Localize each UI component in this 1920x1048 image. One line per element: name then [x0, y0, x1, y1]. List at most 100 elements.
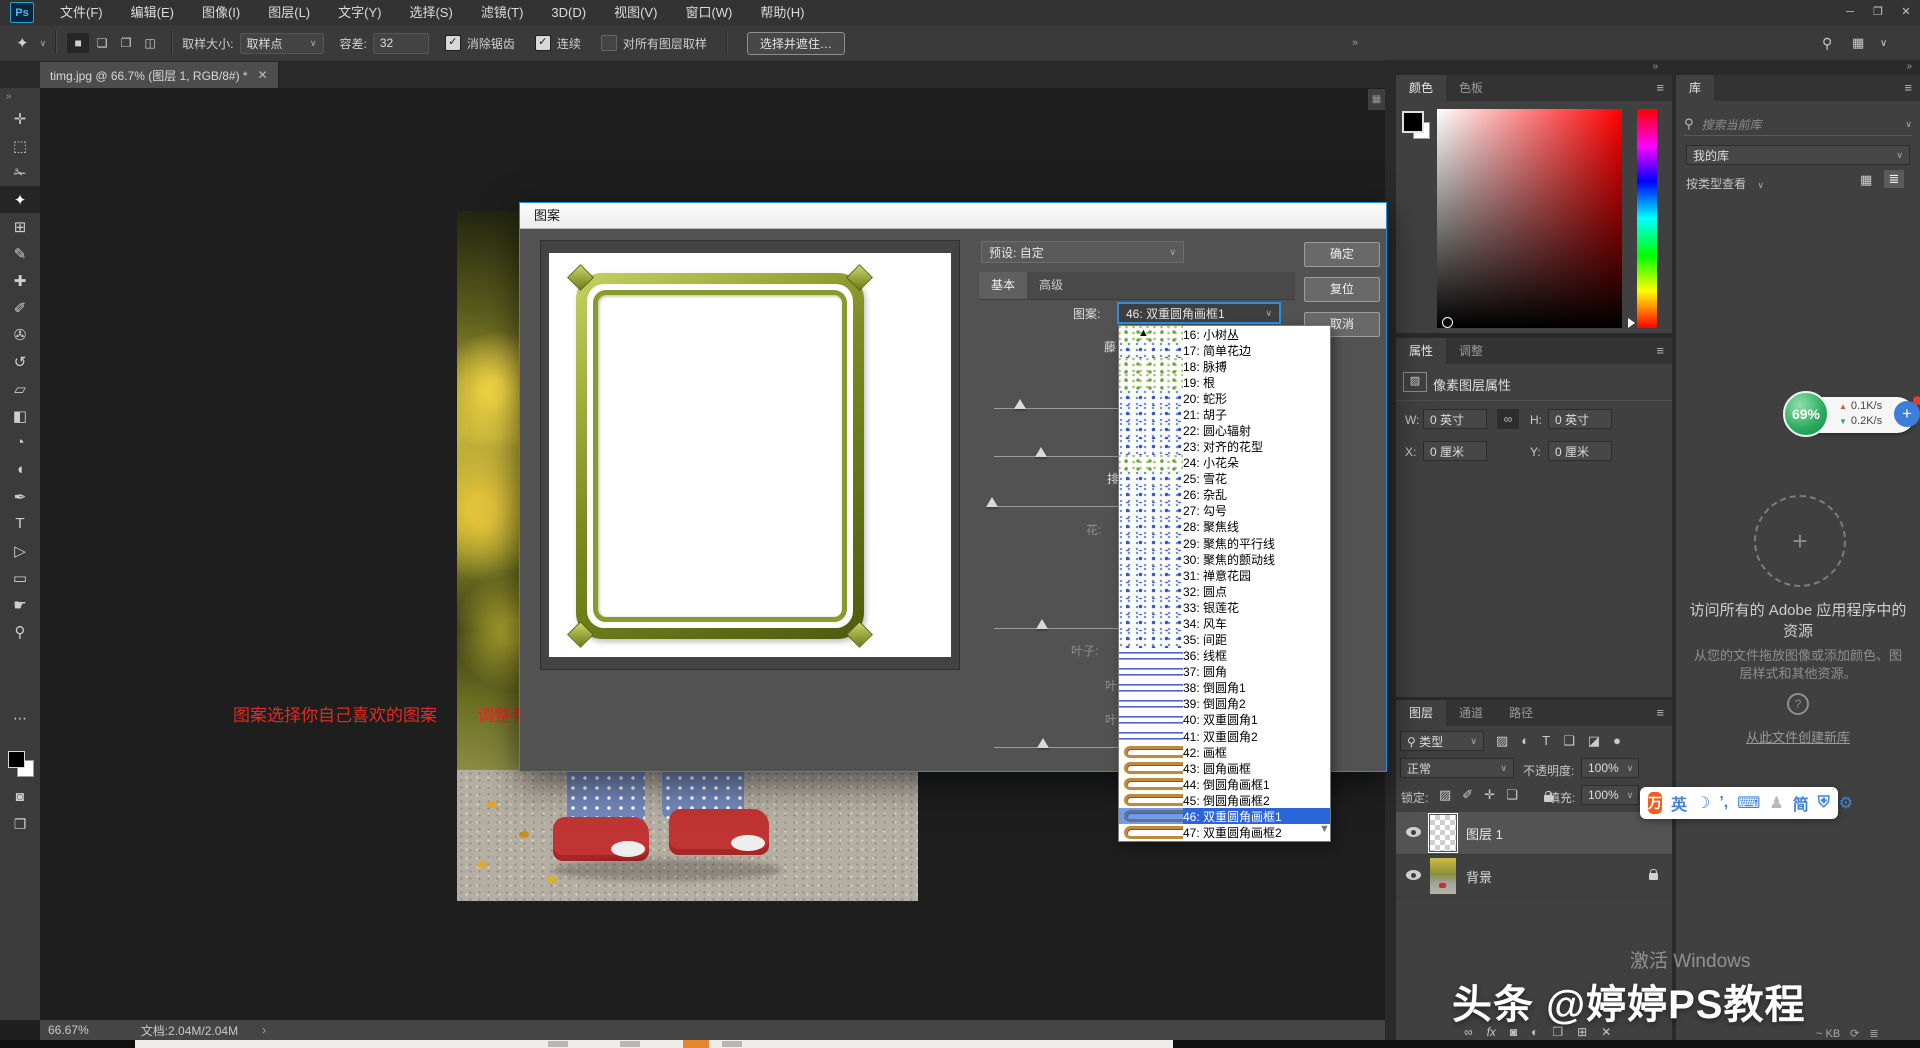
menu-item[interactable]: 文字(Y) — [324, 0, 395, 25]
saturation-brightness-field[interactable] — [1437, 109, 1622, 328]
pattern-option[interactable]: 42: 画框 — [1119, 744, 1330, 760]
layer-filter-select[interactable]: ⚲ 类型 ∨ — [1400, 731, 1484, 751]
pattern-option[interactable]: 24: 小花朵 — [1119, 455, 1330, 471]
taskbar-app[interactable] — [722, 1041, 742, 1047]
lock-option-icon[interactable]: ❏ — [1506, 787, 1518, 803]
pattern-option[interactable]: 25: 雪花 — [1119, 471, 1330, 487]
layer-filter-icon[interactable]: ▨ — [1496, 733, 1508, 749]
selection-mode-button[interactable]: ◫ — [139, 33, 161, 53]
pattern-option[interactable]: 22: 圆心辐射 — [1119, 422, 1330, 438]
preset-select[interactable]: 预设: 自定 ∨ — [981, 241, 1184, 263]
panel-menu-icon[interactable]: ≡ — [1656, 338, 1672, 364]
window-control-button[interactable]: ─ — [1836, 0, 1864, 25]
checkbox[interactable]: ✓ — [535, 35, 551, 51]
ime-icon[interactable]: 万 — [1648, 792, 1662, 814]
width-field[interactable]: 0 英寸 — [1423, 409, 1487, 429]
view-by-label[interactable]: 按类型查看 ∨ — [1686, 175, 1764, 192]
toolbar-more-icon[interactable]: ⋯ — [0, 710, 40, 727]
slider-handle[interactable] — [1036, 619, 1048, 629]
toolbar-collapse-icon[interactable]: » — [0, 88, 40, 105]
select-and-mask-button[interactable]: 选择并遮住… — [747, 32, 845, 55]
panel-menu-icon[interactable]: ≡ — [1656, 700, 1672, 726]
pattern-option[interactable]: 32: 圆点 — [1119, 583, 1330, 599]
pattern-option[interactable]: 31: 禅意花园 — [1119, 567, 1330, 583]
pattern-option[interactable]: 40: 双重圆角1 — [1119, 712, 1330, 728]
layer-name[interactable]: 背景 — [1466, 867, 1492, 886]
pattern-option[interactable]: 37: 圆角 — [1119, 664, 1330, 680]
quick-mask-icon[interactable]: ◙ — [0, 788, 40, 804]
quick-selection-tool-icon[interactable]: ✦ — [16, 34, 29, 52]
pattern-option[interactable]: 23: 对齐的花型 — [1119, 439, 1330, 455]
speed-ball-widget[interactable]: ▲0.1K/s ▼0.2K/s 69% + — [1783, 390, 1920, 440]
pattern-option[interactable]: 43: 圆角画框 — [1119, 760, 1330, 776]
menu-item[interactable]: 窗口(W) — [671, 0, 746, 25]
foreground-color-swatch[interactable] — [8, 751, 25, 768]
menu-item[interactable]: 视图(V) — [600, 0, 671, 25]
menu-item[interactable]: 帮助(H) — [746, 0, 818, 25]
tool-button[interactable]: ◔ — [0, 429, 40, 456]
workspace-icon[interactable]: ▦ — [1852, 35, 1864, 51]
grid-view-icon[interactable]: ▦ — [1860, 172, 1872, 188]
screen-mode-icon[interactable]: ❐ — [0, 816, 40, 833]
fill-field[interactable]: 100% ∨ — [1581, 785, 1639, 805]
selection-mode-button[interactable]: ❏ — [91, 33, 113, 53]
tool-preset-chevron-icon[interactable]: ∨ — [40, 38, 47, 49]
tool-button[interactable]: ▭ — [0, 564, 40, 591]
selection-mode-button[interactable]: ■ — [67, 33, 89, 53]
menu-item[interactable]: 图层(L) — [254, 0, 324, 25]
tab-color[interactable]: 颜色 — [1396, 75, 1446, 101]
ime-icon[interactable]: ⚙ — [1839, 793, 1853, 813]
menu-item[interactable]: 滤镜(T) — [467, 0, 538, 25]
window-control-button[interactable]: ❐ — [1864, 0, 1892, 25]
my-library-select[interactable]: 我的库 ∨ — [1686, 145, 1910, 165]
height-field[interactable]: 0 英寸 — [1548, 409, 1612, 429]
ime-icon[interactable]: ☽ — [1696, 793, 1710, 813]
tool-button[interactable]: ↺ — [0, 348, 40, 375]
library-search-input[interactable]: 搜索当前库 — [1702, 116, 1898, 133]
zoom-percentage[interactable]: 66.67% — [48, 1023, 89, 1037]
visibility-eye-icon[interactable] — [1396, 867, 1430, 885]
tool-button[interactable]: T — [0, 510, 40, 537]
layer-row[interactable]: 背景 — [1396, 855, 1672, 898]
pattern-option[interactable]: 47: 双重圆角画框2 — [1119, 824, 1330, 840]
chevron-down-icon[interactable]: ∨ — [1905, 119, 1912, 130]
ime-icon[interactable]: ’, — [1719, 794, 1728, 812]
checkbox[interactable] — [601, 35, 617, 51]
panel-menu-icon[interactable]: ≡ — [1656, 75, 1672, 101]
layer-filter-icon[interactable]: ● — [1613, 733, 1621, 749]
tab-layers[interactable]: 图层 — [1396, 700, 1446, 726]
pattern-option[interactable]: 35: 间距 — [1119, 631, 1330, 647]
memory-percentage-ball[interactable]: 69% — [1783, 391, 1829, 437]
layer-name[interactable]: 图层 1 — [1466, 824, 1503, 843]
pattern-combobox[interactable]: 46: 双重圆角画框1 ∨ — [1117, 302, 1281, 324]
menu-item[interactable]: 图像(I) — [188, 0, 254, 25]
slider-handle[interactable] — [986, 497, 998, 507]
tab-swatches[interactable]: 色板 — [1446, 75, 1496, 101]
pattern-option[interactable]: 33: 银莲花 — [1119, 599, 1330, 615]
y-field[interactable]: 0 厘米 — [1548, 441, 1612, 461]
lock-option-icon[interactable]: ▨ — [1439, 787, 1451, 803]
taskbar-app[interactable] — [548, 1041, 568, 1047]
ime-icon[interactable]: 英 — [1671, 791, 1687, 815]
lock-option-icon[interactable]: ✛ — [1484, 787, 1495, 803]
pattern-option[interactable]: 39: 倒圆角2 — [1119, 696, 1330, 712]
layer-filter-icon[interactable]: ◐ — [1521, 733, 1529, 749]
x-field[interactable]: 0 厘米 — [1423, 441, 1487, 461]
tab-adjustments[interactable]: 调整 — [1446, 338, 1496, 364]
status-chevron-icon[interactable]: › — [262, 1023, 266, 1037]
collapse-dock-icon[interactable]: » — [1906, 61, 1912, 72]
pattern-option[interactable]: 27: 勾号 — [1119, 503, 1330, 519]
tab-library[interactable]: 库 — [1676, 75, 1714, 101]
pattern-option[interactable]: 38: 倒圆角1 — [1119, 680, 1330, 696]
tool-button[interactable]: ✇ — [0, 321, 40, 348]
options-overflow-icon[interactable]: » — [1352, 37, 1358, 49]
tool-button[interactable]: ✛ — [0, 105, 40, 132]
layer-filter-icon[interactable]: ❏ — [1563, 733, 1575, 749]
window-control-button[interactable]: ✕ — [1892, 0, 1920, 25]
tab-basic[interactable]: 基本 — [979, 272, 1027, 299]
create-library-link[interactable]: 从此文件创建新库 — [1688, 727, 1908, 746]
pattern-option[interactable]: 44: 倒圆角画框1 — [1119, 776, 1330, 792]
pattern-option[interactable]: 17: 简单花边 — [1119, 342, 1330, 358]
visibility-eye-icon[interactable] — [1396, 824, 1430, 842]
fg-color-swatch[interactable] — [1402, 111, 1424, 133]
